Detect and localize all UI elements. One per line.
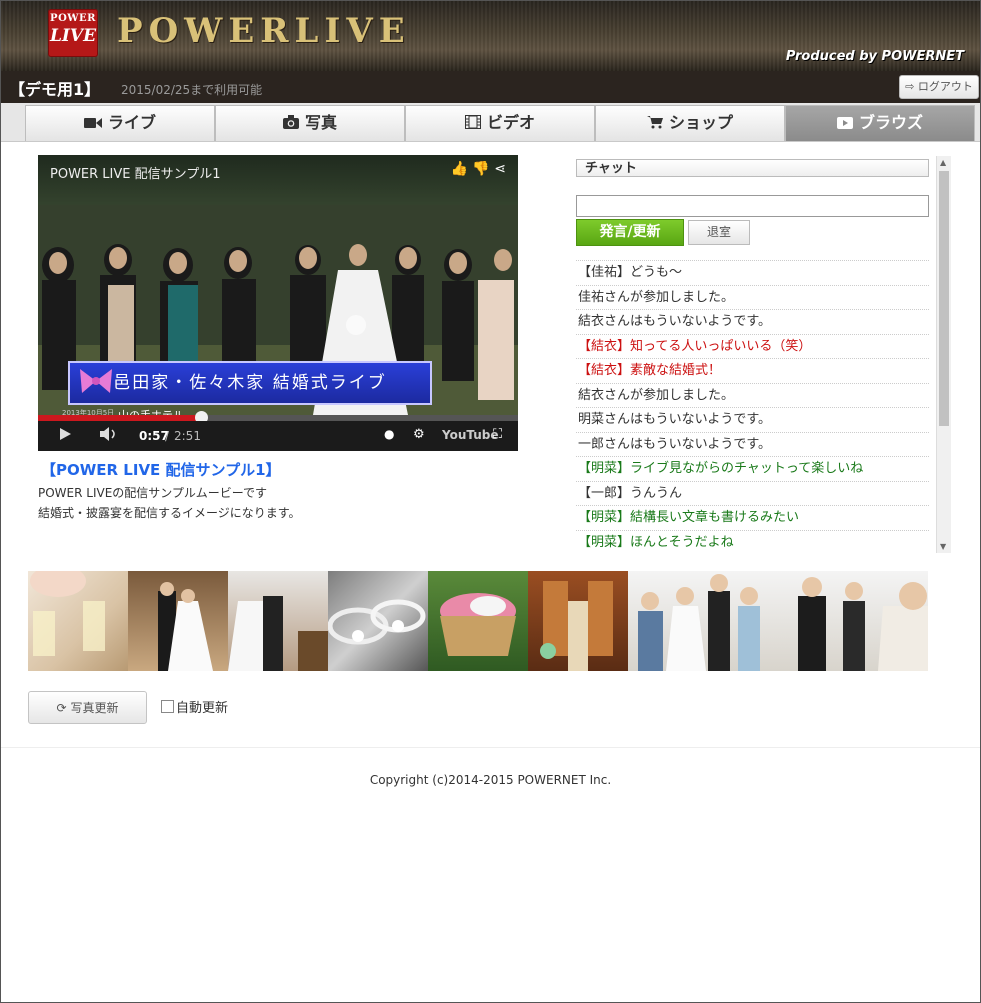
cart-icon xyxy=(646,107,663,141)
video-link-title[interactable]: 【POWER LIVE 配信サンプル1】 xyxy=(41,459,281,480)
photo-thumbnail[interactable] xyxy=(628,571,928,671)
auto-refresh-checkbox[interactable] xyxy=(161,700,174,713)
availability-text: 2015/02/25まで利用可能 xyxy=(121,83,263,97)
tab-browse[interactable]: ブラウズ xyxy=(785,105,975,141)
volume-icon[interactable] xyxy=(100,427,120,445)
chat-message: 結衣さんが参加しました。 xyxy=(576,382,929,408)
tab-video[interactable]: ビデオ xyxy=(405,105,595,141)
tab-label: ライブ xyxy=(107,113,156,132)
refresh-photos-button[interactable]: ⟳ 写真更新 xyxy=(28,691,147,724)
scroll-down-icon[interactable]: ▼ xyxy=(940,542,946,551)
refresh-icon: ⟳ xyxy=(56,701,67,715)
gear-icon[interactable]: ⚙ xyxy=(413,427,425,442)
video-top-actions: 👍 👎 ⋖ xyxy=(450,161,506,177)
toast-glasses-image xyxy=(30,571,105,656)
video-player[interactable]: POWER LIVE 配信サンプル1 👍 👎 ⋖ 邑田家・佐々木家 結婚式ライブ… xyxy=(38,155,518,451)
description-line: POWER LIVEの配信サンプルムービーです xyxy=(38,486,267,500)
chat-message: 【佳祐】どうも〜 xyxy=(576,260,929,285)
video-description: POWER LIVEの配信サンプルムービーです 結婚式・披露宴を配信するイメージ… xyxy=(38,483,301,523)
tab-live[interactable]: ライブ xyxy=(25,105,215,141)
time-separator: / xyxy=(165,429,170,443)
send-button[interactable]: 発言/更新 xyxy=(576,219,684,246)
logo-text-top: POWER xyxy=(50,13,96,24)
logo-text-bottom: LIVE xyxy=(49,26,97,46)
account-bar: 【デモ用1】 2015/02/25まで利用可能 ⇨ ログアウト xyxy=(1,71,980,103)
scrollbar-thumb[interactable] xyxy=(939,171,949,426)
thumbs-up-icon[interactable]: 👍 xyxy=(450,161,467,177)
auto-refresh-label: 自動更新 xyxy=(176,701,229,716)
tab-label: ショップ xyxy=(668,113,733,132)
powerlive-logo[interactable]: POWER LIVE xyxy=(48,9,98,57)
tab-label: ブラウズ xyxy=(858,113,923,132)
chat-message: 【明菜】ライブ見ながらのチャットって楽しいね xyxy=(576,456,929,481)
watch-later-icon[interactable]: ● xyxy=(384,427,394,441)
logout-button[interactable]: ⇨ ログアウト xyxy=(899,75,979,99)
photo-strip xyxy=(28,571,928,671)
leave-button[interactable]: 退室 xyxy=(688,220,750,245)
film-icon xyxy=(464,107,481,141)
video-controls: 0:57 / 2:51 ● ⚙ YouTube ⛶ xyxy=(38,421,518,451)
auto-refresh-toggle[interactable]: 自動更新 xyxy=(161,697,228,716)
chat-message: 【明菜】ほんとそうだよね xyxy=(576,529,929,555)
rings-image xyxy=(328,599,426,645)
chat-message-input[interactable] xyxy=(576,195,929,217)
site-header: POWER LIVE POWERLIVE Produced by POWERNE… xyxy=(1,1,980,71)
chat-message-list: 【佳祐】どうも〜 佳祐さんが参加しました。 結衣さんはもういないようです。 【結… xyxy=(576,260,929,554)
photo-thumbnail[interactable] xyxy=(528,571,628,671)
photo-thumbnail[interactable] xyxy=(328,571,428,671)
chapel-image xyxy=(540,581,613,671)
church-couple-image xyxy=(228,596,328,671)
basket-image xyxy=(440,593,516,656)
chat-message: 佳祐さんが参加しました。 xyxy=(576,284,929,310)
chat-message: 【明菜】結構長い文章も書けるみたい xyxy=(576,505,929,530)
thumbs-down-icon[interactable]: 👎 xyxy=(472,161,489,177)
duration: 2:51 xyxy=(174,429,201,443)
brand-title: POWERLIVE xyxy=(117,11,411,51)
tab-label: ビデオ xyxy=(486,113,535,132)
copyright-text: Copyright (c)2014-2015 POWERNET Inc. xyxy=(369,773,612,787)
play-icon xyxy=(836,107,853,141)
photo-thumbnail[interactable] xyxy=(128,571,228,671)
video-banner-text: 邑田家・佐々木家 結婚式ライブ xyxy=(68,361,432,405)
footer-divider xyxy=(1,747,980,748)
chat-message: 結衣さんはもういないようです。 xyxy=(576,309,929,334)
video-camera-icon xyxy=(83,107,102,141)
tab-label: 写真 xyxy=(304,113,337,132)
youtube-logo[interactable]: YouTube xyxy=(442,428,499,442)
chat-header: チャット xyxy=(576,159,929,177)
reception-toast-image xyxy=(638,574,928,671)
chat-scrollbar[interactable]: ▲ ▼ xyxy=(936,156,951,553)
account-title: 【デモ用1】 xyxy=(9,80,101,99)
scroll-up-icon[interactable]: ▲ xyxy=(940,158,946,167)
tab-shop[interactable]: ショップ xyxy=(595,105,785,141)
chat-message: 一郎さんはもういないようです。 xyxy=(576,431,929,457)
logout-label: ログアウト xyxy=(917,80,973,93)
chat-message: 明菜さんはもういないようです。 xyxy=(576,407,929,432)
description-line: 結婚式・披露宴を配信するイメージになります。 xyxy=(38,506,301,520)
refresh-label: 写真更新 xyxy=(70,701,119,715)
photo-thumbnail[interactable] xyxy=(228,571,328,671)
fullscreen-icon[interactable]: ⛶ xyxy=(493,427,502,442)
produced-by-label: Produced by POWERNET xyxy=(785,49,964,64)
aisle-couple-image xyxy=(158,582,213,671)
page-frame: POWER LIVE POWERLIVE Produced by POWERNE… xyxy=(0,0,981,1003)
chat-message: 【結衣】知ってる人いっぱいいる（笑） xyxy=(576,333,929,359)
video-title: POWER LIVE 配信サンプル1 xyxy=(50,167,221,182)
main-tabs: ライブ 写真 ビデオ ショップ ブラウズ xyxy=(1,103,980,142)
camera-icon xyxy=(282,107,299,141)
photo-thumbnail[interactable] xyxy=(28,571,128,671)
ribbon-icon xyxy=(80,369,112,393)
tab-photo[interactable]: 写真 xyxy=(215,105,405,141)
chat-message: 【一郎】うんうん xyxy=(576,480,929,506)
share-icon[interactable]: ⋖ xyxy=(494,161,506,177)
chat-message: 【結衣】素敵な結婚式！ xyxy=(576,358,929,383)
logout-icon: ⇨ xyxy=(905,80,915,93)
play-button-icon[interactable] xyxy=(58,427,72,445)
photo-thumbnail[interactable] xyxy=(428,571,528,671)
